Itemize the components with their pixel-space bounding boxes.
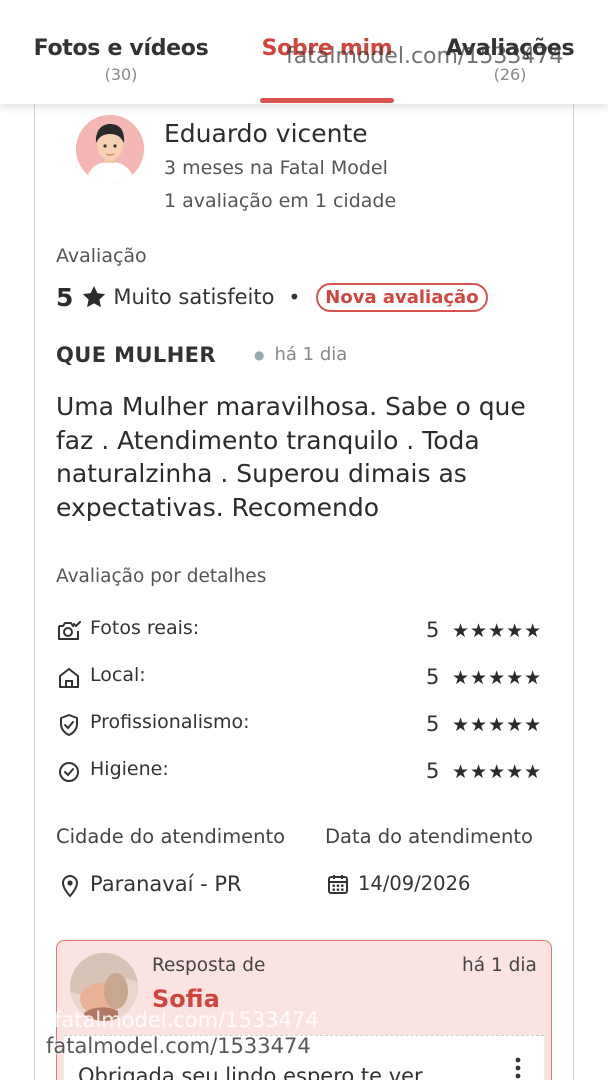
calendar-icon [328, 875, 348, 894]
review-body: Uma Mulher maravilhosa. Sabe o que faz .… [56, 392, 526, 522]
detail-score: 5 [426, 759, 440, 783]
tab-count: (30) [104, 65, 138, 84]
tab-fotos-videos[interactable]: Fotos e vídeos (30) [30, 36, 212, 84]
reply-from-label: Resposta de [152, 955, 266, 976]
separator-dot: • [288, 285, 301, 309]
details-heading: Avaliação por detalhes [56, 566, 267, 587]
detail-label: Higiene: [90, 758, 169, 780]
detail-stars: ★★★★★ [452, 620, 543, 642]
detail-stars: ★★★★★ [452, 761, 543, 783]
detail-score: 5 [426, 712, 440, 736]
date-value: 14/09/2026 [358, 872, 471, 895]
review-time: ● há 1 dia [254, 344, 347, 365]
detail-row-profissionalismo: Profissionalismo: 5 ★★★★★ [56, 710, 556, 740]
review-card [34, 96, 574, 1080]
city-value: Paranavaí - PR [90, 872, 242, 896]
reviewer-review-count: 1 avaliação em 1 cidade [164, 190, 397, 212]
rating-heading: Avaliação [56, 245, 147, 267]
time-dot-icon: ● [254, 348, 265, 362]
review-title: QUE MULHER [56, 343, 216, 367]
detail-row-local: Local: 5 ★★★★★ [56, 663, 556, 693]
rating-score: 5 [56, 282, 74, 312]
location-pin-icon [61, 875, 79, 898]
new-review-badge: Nova avaliação [316, 282, 488, 312]
camera-check-icon [58, 621, 81, 640]
home-icon [59, 668, 79, 688]
detail-score: 5 [426, 665, 440, 689]
city-heading: Cidade do atendimento [56, 825, 286, 848]
reviewer-membership: 3 meses na Fatal Model [164, 157, 388, 179]
detail-row-higiene: Higiene: 5 ★★★★★ [56, 757, 556, 787]
detail-label: Profissionalismo: [90, 711, 250, 733]
detail-stars: ★★★★★ [452, 667, 543, 689]
check-circle-icon [59, 762, 79, 782]
detail-row-fotos: Fotos reais: 5 ★★★★★ [56, 616, 556, 646]
rating-summary: 5 Muito satisfeito • Nova avaliação [56, 280, 488, 314]
more-options-icon[interactable] [508, 1056, 528, 1080]
active-tab-indicator [260, 98, 394, 103]
reply-time: há 1 dia [462, 955, 537, 976]
detail-stars: ★★★★★ [452, 714, 543, 736]
date-heading: Data do atendimento [325, 825, 533, 848]
watermark-bottom: fatalmodel.com/1533474 [46, 1034, 311, 1058]
tab-label: Fotos e vídeos [33, 36, 209, 61]
watermark-ghost: fatalmodel.com/1533474 [54, 1008, 319, 1032]
detail-label: Fotos reais: [90, 617, 200, 639]
detail-score: 5 [426, 618, 440, 642]
detail-label: Local: [90, 664, 146, 686]
watermark-top: fatalmodel.com/1533474 [286, 44, 564, 69]
avatar [76, 115, 144, 183]
reply-text: Obrigada seu lindo espero te ver [78, 1064, 423, 1080]
shield-check-icon [60, 714, 78, 736]
reviewer-name[interactable]: Eduardo vicente [164, 119, 368, 148]
star-icon [83, 285, 106, 308]
review-time-text: há 1 dia [274, 344, 348, 365]
rating-label: Muito satisfeito [113, 285, 275, 309]
